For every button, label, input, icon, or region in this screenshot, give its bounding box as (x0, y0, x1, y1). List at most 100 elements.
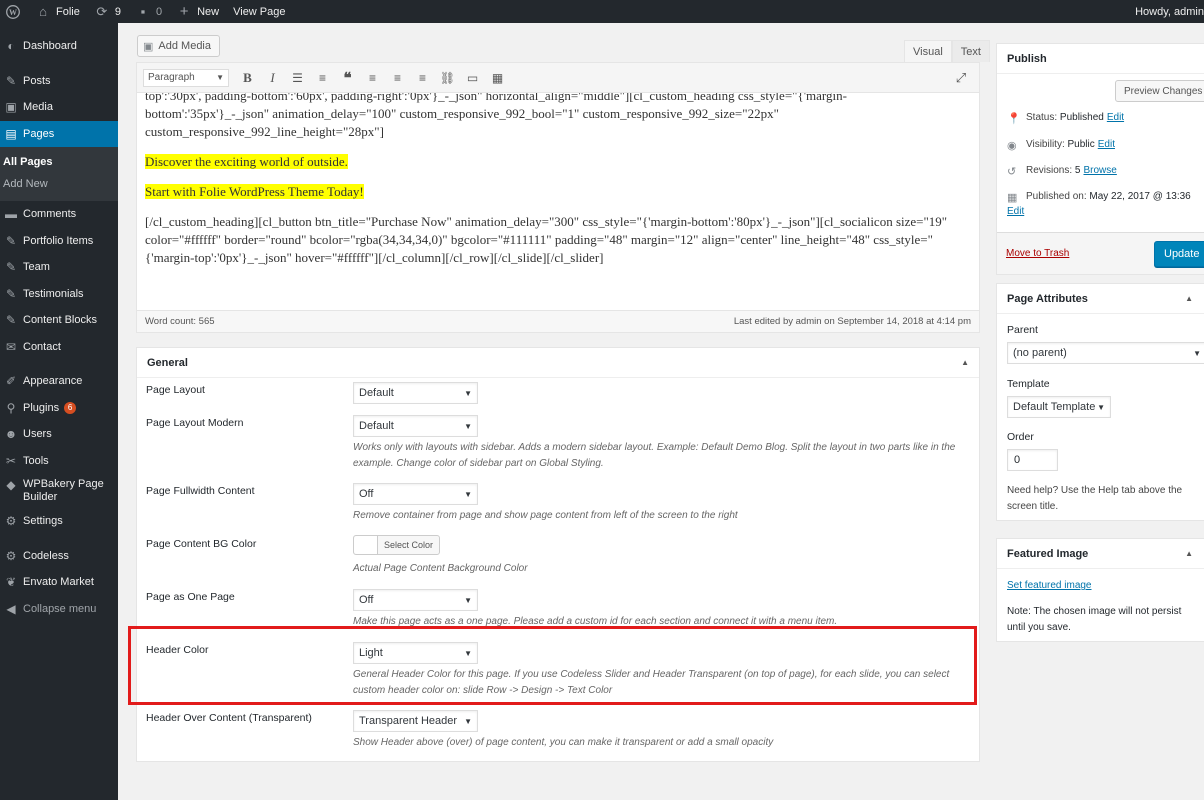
chevron-down-icon: ▼ (1097, 402, 1105, 412)
page-layout-modern-select[interactable]: Default ▼ (353, 415, 478, 437)
select-value: (no parent) (1013, 347, 1067, 359)
italic-button[interactable]: I (260, 68, 285, 88)
menu-codeless[interactable]: ⚙ Codeless (0, 543, 118, 570)
select-value: Default Template (1013, 401, 1096, 413)
highlighted-text: Discover the exciting world of outside. (145, 154, 348, 169)
comment-icon: ▬ (5, 207, 17, 222)
numbered-list-icon[interactable]: ≡ (310, 68, 335, 88)
set-featured-image-link[interactable]: Set featured image (1007, 580, 1092, 591)
menu-users[interactable]: ☻ Users (0, 421, 118, 448)
tab-text[interactable]: Text (951, 40, 990, 62)
bg-color-picker[interactable]: Select Color (353, 535, 441, 555)
menu-testimonials[interactable]: ✎ Testimonials (0, 281, 118, 308)
pin-icon: 📍 (1007, 113, 1021, 125)
caret-up-icon[interactable]: ▲ (1185, 549, 1193, 558)
pin-icon: ✎ (5, 233, 17, 248)
submenu-add-new[interactable]: Add New (0, 173, 118, 195)
revisions-line: ↺ Revisions: 5 Browse (1007, 165, 1117, 178)
page-attributes-header[interactable]: Page Attributes ▲ (997, 284, 1204, 314)
publish-metabox-header[interactable]: Publish (997, 44, 1204, 74)
add-media-button[interactable]: ▣ Add Media (137, 35, 220, 57)
menu-comments[interactable]: ▬ Comments (0, 201, 118, 228)
header-color-select[interactable]: Light ▼ (353, 642, 478, 664)
admin-menu: ◐ Dashboard ✎ Posts ▣ Media ▤ Pages All Page… (0, 23, 118, 800)
featured-image-header[interactable]: Featured Image ▲ (997, 539, 1204, 569)
menu-label: Appearance (23, 375, 83, 388)
menu-wpbakery[interactable]: ◆ WPBakery Page Builder (0, 474, 118, 508)
menu-appearance[interactable]: ✐ Appearance (0, 368, 118, 395)
menu-team[interactable]: ✎ Team (0, 254, 118, 281)
menu-label: Pages (23, 127, 55, 140)
color-swatch (354, 536, 378, 554)
metabox-title: Page Attributes (1007, 292, 1088, 305)
page-layout-select[interactable]: Default ▼ (353, 382, 478, 404)
align-left-icon[interactable]: ≡ (360, 68, 385, 88)
menu-dashboard[interactable]: ◐ Dashboard (0, 33, 118, 60)
menu-settings[interactable]: ⚙ Settings (0, 508, 118, 535)
collapse-menu-button[interactable]: ◀ Collapse menu (0, 596, 118, 623)
parent-select[interactable]: (no parent) ▼ (1007, 342, 1204, 364)
menu-posts[interactable]: ✎ Posts (0, 68, 118, 95)
updates-link[interactable]: ⟳ 9 (87, 0, 128, 23)
bold-button[interactable]: B (235, 68, 260, 88)
toolbar-toggle-icon[interactable]: ▦ (485, 68, 510, 88)
move-to-trash-link[interactable]: Move to Trash (1006, 248, 1069, 259)
caret-up-icon[interactable]: ▲ (961, 358, 969, 367)
submenu-all-pages[interactable]: All Pages (0, 151, 118, 173)
template-select[interactable]: Default Template ▼ (1007, 396, 1111, 418)
menu-label: Dashboard (23, 40, 77, 53)
menu-label: Envato Market (23, 576, 94, 589)
menu-envato-market[interactable]: ❦ Envato Market (0, 569, 118, 596)
general-metabox-header[interactable]: General ▲ (137, 348, 979, 378)
menu-tools[interactable]: ✂ Tools (0, 448, 118, 475)
wordpress-logo[interactable]: W (0, 0, 28, 23)
menu-plugins[interactable]: ⚲ Plugins 6 (0, 395, 118, 422)
option-label: Page Content BG Color (146, 538, 257, 550)
bullet-list-icon[interactable]: ☰ (285, 68, 310, 88)
blockquote-icon[interactable]: ❝ (335, 68, 360, 88)
browse-revisions-link[interactable]: Browse (1083, 165, 1116, 176)
link-icon[interactable]: ⛓ (435, 68, 460, 88)
menu-content-blocks[interactable]: ✎ Content Blocks (0, 307, 118, 334)
visibility-value: Public (1067, 139, 1095, 150)
chevron-down-icon: ▼ (464, 388, 472, 398)
update-button[interactable]: Update (1154, 241, 1204, 267)
fullwidth-select[interactable]: Off ▼ (353, 483, 478, 505)
site-name-link[interactable]: ⌂ Folie (28, 0, 87, 23)
fullscreen-icon[interactable]: ⤢ (951, 68, 971, 88)
greeting: Howdy, admin (1135, 5, 1204, 18)
remove-link-icon[interactable]: ▭ (460, 68, 485, 88)
align-right-icon[interactable]: ≡ (410, 68, 435, 88)
header-over-select[interactable]: Transparent Header ▼ (353, 710, 478, 732)
new-content-link[interactable]: + New (169, 0, 226, 23)
menu-media[interactable]: ▣ Media (0, 94, 118, 121)
option-label: Page as One Page (146, 591, 235, 603)
chevron-down-icon: ▼ (464, 716, 472, 726)
edit-status-link[interactable]: Edit (1107, 112, 1124, 123)
menu-contact[interactable]: ✉ Contact (0, 334, 118, 361)
edit-date-link[interactable]: Edit (1007, 206, 1024, 217)
align-center-icon[interactable]: ≡ (385, 68, 410, 88)
menu-portfolio-items[interactable]: ✎ Portfolio Items (0, 228, 118, 255)
view-page-link[interactable]: View Page (226, 0, 292, 23)
menu-label: Users (23, 428, 52, 441)
menu-label: Settings (23, 515, 63, 528)
account-menu[interactable]: Howdy, admin (1128, 0, 1204, 23)
page-attributes-help: Need help? Use the Help tab above the sc… (1007, 485, 1183, 512)
order-input[interactable]: 0 (1007, 449, 1058, 471)
content-line: custom_responsive_992_line_height="28px"… (145, 124, 384, 139)
comments-link[interactable]: ▪ 0 (128, 0, 169, 23)
chevron-down-icon: ▼ (216, 73, 224, 82)
one-page-select[interactable]: Off ▼ (353, 589, 478, 611)
pin-icon: ✎ (5, 313, 17, 328)
edit-visibility-link[interactable]: Edit (1098, 139, 1115, 150)
format-select[interactable]: Paragraph ▼ (143, 68, 229, 87)
preview-changes-button[interactable]: Preview Changes (1115, 80, 1204, 102)
caret-up-icon[interactable]: ▲ (1185, 294, 1193, 303)
editor-content[interactable]: top':'30px', padding-bottom':'60px', pad… (137, 93, 979, 311)
wrench-icon: ✂ (5, 453, 17, 468)
menu-pages[interactable]: ▤ Pages (0, 120, 118, 147)
pages-icon: ▤ (5, 126, 17, 141)
site-name: Folie (56, 5, 80, 18)
tab-visual[interactable]: Visual (904, 40, 952, 62)
